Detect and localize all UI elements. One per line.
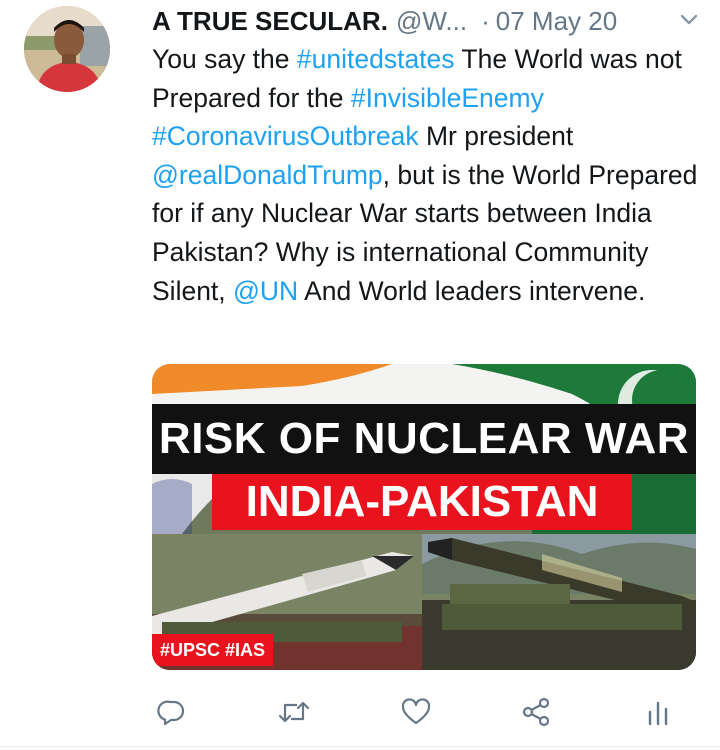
share-icon	[522, 697, 550, 727]
retweet-button[interactable]	[274, 692, 314, 732]
media-headline-box: RISK OF NUCLEAR WAR	[158, 412, 690, 466]
share-button[interactable]	[516, 692, 556, 732]
media-subheadline-box: INDIA-PAKISTAN	[212, 474, 632, 530]
avatar[interactable]	[24, 6, 110, 92]
reply-button[interactable]	[152, 692, 192, 732]
caret-down-icon[interactable]	[678, 8, 700, 30]
analytics-button[interactable]	[638, 692, 678, 732]
text-segment: Mr president	[418, 121, 574, 152]
tweet-date[interactable]: 07 May 20	[496, 6, 617, 37]
text-segment: You say the	[152, 44, 297, 74]
retweet-icon	[278, 701, 310, 723]
author-name[interactable]: A TRUE SECULAR.	[152, 6, 388, 37]
author-handle[interactable]: @W...	[396, 6, 467, 37]
mention-link[interactable]: @UN	[233, 276, 298, 306]
hashtag-link[interactable]: #CoronavirusOutbreak	[152, 121, 419, 151]
media-tag-box: #UPSC #IAS	[152, 634, 274, 666]
mention-link[interactable]: @realDonaldTrump	[152, 160, 383, 190]
separator-dot: ·	[481, 5, 490, 36]
tweet-header: A TRUE SECULAR. @W... · 07 May 20	[152, 4, 712, 38]
tweet-media-image[interactable]: RISK OF NUCLEAR WAR INDIA-PAKISTAN #UPSC…	[152, 364, 696, 670]
divider	[0, 746, 720, 747]
tweet-text: You say the #unitedstates The World was …	[152, 40, 702, 310]
like-icon	[401, 698, 431, 725]
like-button[interactable]	[396, 692, 436, 732]
text-segment: And World leaders intervene.	[298, 275, 646, 306]
reply-icon	[157, 700, 185, 726]
media-headline: RISK OF NUCLEAR WAR	[158, 414, 690, 463]
hashtag-link[interactable]: #unitedstates	[297, 44, 455, 74]
avatar-photo	[24, 6, 110, 92]
analytics-icon	[648, 701, 668, 726]
tweet[interactable]: A TRUE SECULAR. @W... · 07 May 20 You sa…	[0, 0, 720, 750]
media-subheadline: INDIA-PAKISTAN	[245, 477, 599, 526]
hashtag-link[interactable]: #InvisibleEnemy	[351, 83, 544, 113]
media-tag: #UPSC #IAS	[160, 639, 266, 660]
tweet-actions	[152, 692, 692, 732]
